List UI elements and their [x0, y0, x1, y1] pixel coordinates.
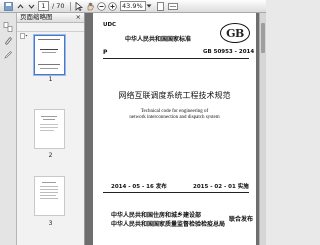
standard-category: 中华人民共和国国家标准: [125, 36, 192, 43]
page-total: / 70: [52, 2, 65, 10]
header-rule: [103, 58, 249, 59]
publisher-line-1: 中华人民共和国住房和城乡建设部: [111, 212, 202, 219]
zoom-out-button[interactable]: [97, 1, 106, 11]
scrollbar-thumb[interactable]: [261, 23, 265, 53]
gb-logo: GB: [220, 23, 250, 43]
joint-issue-label: 联合发布: [229, 216, 254, 223]
thumbnail-panel-header: 页面缩略图 ×: [17, 13, 84, 23]
english-title-line-1: Technical code for engineering of: [140, 109, 209, 114]
p-label: P: [103, 49, 108, 56]
navigation-rail: [0, 13, 17, 245]
document-title: 网络互联调度系统工程技术规范: [118, 91, 231, 100]
thumbnail-page-1[interactable]: [34, 35, 65, 75]
thumbnail-panel: 页面缩略图 × 1 2 3: [17, 13, 85, 245]
zoom-dropdown-chevron-icon[interactable]: [146, 1, 152, 11]
save-icon[interactable]: [4, 1, 13, 11]
english-title-line-2: network interconnection and dispatch sys…: [129, 115, 220, 120]
issue-date: 2014 - 05 - 16 发布: [111, 184, 167, 190]
page-up-button[interactable]: [16, 1, 25, 11]
thumbnail-page-number: 2: [48, 152, 53, 159]
footer-rule: [103, 192, 249, 193]
vertical-scrollbar[interactable]: [259, 13, 266, 245]
attachments-paperclip-icon[interactable]: [3, 31, 13, 45]
thumbnail-panel-title: 页面缩略图: [20, 13, 53, 21]
signatures-pen-icon[interactable]: [3, 45, 13, 59]
thumbnail-page-2[interactable]: [34, 109, 65, 149]
document-view[interactable]: UDC 中华人民共和国国家标准 GB P GB 50953 - 2014 网络互…: [85, 13, 266, 245]
toolbar-divider: [70, 1, 71, 11]
fit-width-icon[interactable]: [168, 1, 178, 11]
document-page: UDC 中华人民共和国国家标准 GB P GB 50953 - 2014 网络互…: [93, 13, 256, 245]
udc-label: UDC: [103, 22, 117, 28]
implementation-date: 2015 - 02 - 01 实施: [193, 184, 249, 190]
thumbnail-page-3[interactable]: [34, 176, 65, 216]
page-number-input[interactable]: 1: [38, 1, 49, 11]
standard-number: GB 50953 - 2014: [203, 49, 255, 55]
hand-tool-icon[interactable]: [86, 1, 95, 11]
thumbnail-panel-tools: [17, 23, 84, 39]
zoom-level-input[interactable]: 43.9%: [120, 1, 146, 11]
toolbar: 1 / 70 43.9%: [0, 0, 266, 13]
zoom-in-button[interactable]: [108, 1, 117, 11]
publisher-line-2: 中华人民共和国国家质量监督检验检疫总局: [111, 221, 226, 228]
close-panel-button[interactable]: ×: [76, 13, 81, 22]
page-thumbnails-icon[interactable]: [3, 17, 13, 32]
gb-logo-text: GB: [226, 26, 244, 40]
thumbnail-options-icon[interactable]: [20, 24, 28, 43]
thumbnail-page-number: 1: [48, 76, 53, 83]
page-down-button[interactable]: [27, 1, 36, 11]
thumbnail-page-number: 3: [48, 220, 53, 227]
fit-page-icon[interactable]: [156, 1, 165, 11]
select-tool-icon[interactable]: [75, 1, 83, 11]
